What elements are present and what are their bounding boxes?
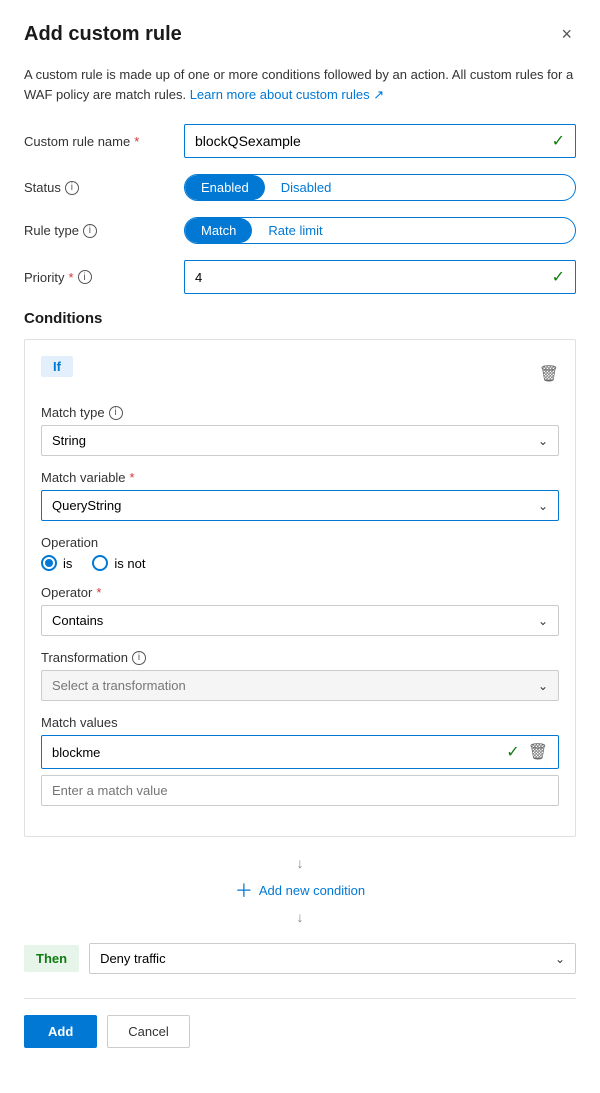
operation-is-radio[interactable] <box>41 555 57 571</box>
match-value-actions: ✓ 🗑 <box>506 742 548 762</box>
match-variable-chevron-icon: ⌄ <box>538 499 548 513</box>
transformation-chevron-icon: ⌄ <box>538 679 548 693</box>
rule-type-toggle-group: Match Rate limit <box>184 217 576 244</box>
match-variable-group: Match variable * QueryString ⌄ <box>41 470 559 521</box>
delete-condition-icon[interactable]: 🗑 <box>539 364 559 384</box>
dialog-title: Add custom rule <box>24 23 182 46</box>
transformation-info-icon[interactable]: i <box>132 651 146 665</box>
operator-chevron-icon: ⌄ <box>538 614 548 628</box>
operation-is-not-option[interactable]: is not <box>92 555 145 571</box>
then-action-dropdown[interactable]: Deny traffic ⌄ <box>89 943 576 974</box>
match-value-check-icon: ✓ <box>506 742 519 762</box>
priority-info-icon[interactable]: i <box>78 270 92 284</box>
add-condition-arrow-2: ↓ <box>297 909 304 925</box>
status-info-icon[interactable]: i <box>65 181 79 195</box>
priority-wrapper: 4 ✓ <box>184 260 576 294</box>
operation-is-option[interactable]: is <box>41 555 72 571</box>
add-button[interactable]: Add <box>24 1015 97 1048</box>
then-chevron-icon: ⌄ <box>555 952 565 966</box>
transformation-group: Transformation i Select a transformation… <box>41 650 559 701</box>
conditions-section-title: Conditions <box>24 310 576 327</box>
operator-group: Operator * Contains ⌄ <box>41 585 559 636</box>
match-type-info-icon[interactable]: i <box>109 406 123 420</box>
transformation-label: Transformation i <box>41 650 559 665</box>
match-variable-required-star: * <box>130 470 135 485</box>
match-value-empty-input[interactable] <box>41 775 559 806</box>
then-badge: Then <box>24 945 79 972</box>
add-condition-arrow: ↓ <box>297 855 304 871</box>
match-type-group: Match type i String ⌄ <box>41 405 559 456</box>
status-toggle-wrapper: Enabled Disabled <box>184 174 576 201</box>
status-enabled-button[interactable]: Enabled <box>185 175 265 200</box>
description-text: A custom rule is made up of one or more … <box>24 65 576 104</box>
close-button[interactable]: × <box>557 20 576 49</box>
add-new-condition-button[interactable]: ＋ Add new condition <box>227 873 373 907</box>
match-values-section: Match values blockme ✓ 🗑 <box>41 715 559 806</box>
check-icon: ✓ <box>552 131 565 151</box>
match-type-chevron-icon: ⌄ <box>538 434 548 448</box>
if-badge: If <box>41 356 73 377</box>
rule-type-rate-limit-button[interactable]: Rate limit <box>252 218 338 243</box>
priority-row: Priority * i 4 ✓ <box>24 260 576 294</box>
custom-rule-name-wrapper: blockQSexample ✓ <box>184 124 576 158</box>
operation-group: Operation is is not <box>41 535 559 571</box>
match-variable-dropdown[interactable]: QueryString ⌄ <box>41 490 559 521</box>
status-disabled-button[interactable]: Disabled <box>265 175 348 200</box>
add-condition-section: ↓ ＋ Add new condition ↓ <box>24 853 576 927</box>
rule-type-match-button[interactable]: Match <box>185 218 252 243</box>
status-label: Status i <box>24 180 184 195</box>
condition-box: If 🗑 Match type i String ⌄ Match variabl… <box>24 339 576 837</box>
operator-label: Operator * <box>41 585 559 600</box>
match-type-dropdown[interactable]: String ⌄ <box>41 425 559 456</box>
cancel-button[interactable]: Cancel <box>107 1015 189 1048</box>
custom-rule-name-input[interactable]: blockQSexample ✓ <box>184 124 576 158</box>
dialog-header: Add custom rule × <box>24 20 576 49</box>
priority-check-icon: ✓ <box>552 267 565 287</box>
match-values-label: Match values <box>41 715 559 730</box>
custom-rule-name-label: Custom rule name * <box>24 134 184 149</box>
match-value-delete-icon[interactable]: 🗑 <box>528 742 548 762</box>
rule-type-wrapper: Match Rate limit <box>184 217 576 244</box>
operator-dropdown[interactable]: Contains ⌄ <box>41 605 559 636</box>
then-row: Then Deny traffic ⌄ <box>24 943 576 974</box>
operation-is-not-radio[interactable] <box>92 555 108 571</box>
status-row: Status i Enabled Disabled <box>24 174 576 201</box>
operation-label: Operation <box>41 535 559 550</box>
add-condition-plus-icon: ＋ <box>235 877 253 903</box>
match-type-label: Match type i <box>41 405 559 420</box>
learn-more-link[interactable]: Learn more about custom rules ↗ <box>190 87 384 102</box>
operation-radio-group: is is not <box>41 555 559 571</box>
condition-header: If 🗑 <box>41 356 559 391</box>
rule-type-label: Rule type i <box>24 223 184 238</box>
required-star: * <box>134 134 139 149</box>
status-toggle-group: Enabled Disabled <box>184 174 576 201</box>
operator-required-star: * <box>96 585 101 600</box>
arrow-down-icon: ↓ <box>297 855 304 871</box>
transformation-dropdown[interactable]: Select a transformation ⌄ <box>41 670 559 701</box>
match-variable-label: Match variable * <box>41 470 559 485</box>
rule-type-row: Rule type i Match Rate limit <box>24 217 576 244</box>
priority-required-star: * <box>68 270 73 285</box>
priority-input[interactable]: 4 ✓ <box>184 260 576 294</box>
priority-label: Priority * i <box>24 270 184 285</box>
rule-type-info-icon[interactable]: i <box>83 224 97 238</box>
dialog-footer: Add Cancel <box>24 998 576 1048</box>
custom-rule-name-row: Custom rule name * blockQSexample ✓ <box>24 124 576 158</box>
match-value-1-input[interactable]: blockme ✓ 🗑 <box>41 735 559 769</box>
add-custom-rule-dialog: Add custom rule × A custom rule is made … <box>0 0 600 1093</box>
arrow-down-2-icon: ↓ <box>297 909 304 925</box>
